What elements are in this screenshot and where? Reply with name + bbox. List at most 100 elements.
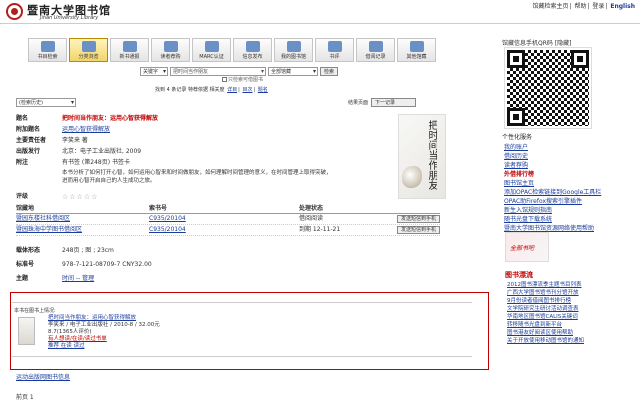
divider [12, 356, 472, 357]
record-details-extra: 载体形态 248页 ; 图 ; 23cm 标准号 978-7-121-08709-7… [16, 244, 436, 286]
holdings-row: 暨园珠海中学图书借阅区 C935/20104 到期 12-11-21 发送短信到… [16, 225, 440, 236]
top-links: 馆藏检索主页| 帮助| 登录| English [532, 3, 635, 10]
related-book-link[interactable]: 把时间当作朋友：运用心智获得解放 [48, 315, 160, 322]
available-only-row: 只检索可借图书 [222, 76, 263, 83]
detail-row: 标准号 978-7-121-08709-7 CNY32.00 [16, 261, 152, 268]
rating-stars[interactable]: ☆☆☆☆☆ [62, 193, 98, 201]
available-only-checkbox[interactable] [222, 77, 227, 82]
service-link[interactable]: 新生入馆规则指南 [504, 206, 601, 215]
related-cover[interactable] [18, 317, 35, 345]
book-bar-text: 全部书吧 [510, 245, 535, 252]
toolbar-button-other[interactable]: 其他馆藏 [397, 38, 436, 62]
page-header: 暨南大学图书馆 Jinan University Library 馆藏检索主页|… [0, 0, 640, 24]
review-icon [327, 41, 342, 52]
toolbar-button-mylib[interactable]: 我的图书馆 [274, 38, 313, 62]
service-link[interactable]: 借阅历史 [504, 152, 601, 161]
detail-row: 主题 时间 -- 管理 [16, 275, 95, 282]
toolbar-button-info[interactable]: 信息发布 [233, 38, 272, 62]
toolbar-button-marc[interactable]: MARC认证 [192, 38, 231, 62]
next-record-button[interactable]: 下一记录 [371, 98, 417, 107]
toolbar-button-recommend[interactable]: 读者荐购 [151, 38, 190, 62]
library-name-en: Jinan University Library [40, 15, 99, 21]
search-input[interactable]: 把时间当作朋友 [170, 66, 266, 76]
newbook-icon [122, 41, 137, 52]
drift-heading: 图书漂流 [505, 271, 533, 279]
related-actions[interactable]: 推荐 在读 读过 [48, 343, 160, 350]
marc-icon [204, 41, 219, 52]
info-icon [245, 41, 260, 52]
sms-button[interactable]: 发送短信到手机 [396, 226, 440, 234]
scope-select[interactable]: 全部馆藏 [268, 66, 318, 76]
toolbar-button-review[interactable]: 书评 [315, 38, 354, 62]
qr-label[interactable]: 馆藏信息手机QR码 [隐藏] [502, 38, 571, 47]
service-link[interactable]: OPAC助Firefox搜索引擎插件 [504, 197, 601, 206]
rating-label: 评级 [16, 193, 29, 200]
publisher-info-link[interactable]: 运动出版网图书信息 [16, 372, 70, 381]
toolbar-button-browse[interactable]: 分类浏览 [69, 38, 108, 62]
service-link[interactable]: 添加OPAC检索链接到Google工具栏 [504, 188, 601, 197]
detail-row: 载体形态 248页 ; 图 ; 23cm [16, 247, 114, 254]
service-link-hot[interactable]: 外借排行榜 [504, 170, 601, 179]
divider [12, 302, 472, 303]
link-login[interactable]: 登录 [592, 3, 604, 10]
view-title-link[interactable]: 题名 [258, 87, 268, 93]
other-icon [409, 41, 424, 52]
detail-row: 出版发行 北京：电子工业出版社, 2009 [16, 148, 142, 155]
history-icon [368, 41, 383, 52]
service-link[interactable]: 我的账户 [504, 143, 601, 152]
shell-illustration [402, 166, 422, 188]
news-link[interactable]: 关于开放使用移动图书馆的通知 [507, 338, 584, 344]
view-toc-link[interactable]: 目次 [242, 87, 252, 93]
service-link[interactable]: 读者荐购 [504, 161, 601, 170]
qr-finder [507, 50, 525, 68]
link-home[interactable]: 馆藏检索主页 [533, 3, 569, 10]
services-heading: 个性化服务 [502, 134, 533, 141]
news-link[interactable]: 华南地区图书馆CALIS关键词 [507, 314, 578, 320]
news-link[interactable]: 转移随书光盘到新平台 [507, 322, 562, 328]
search-bar: 关键字 把时间当作朋友 全部馆藏 检索 [140, 66, 339, 76]
available-only-label: 只检索可借图书 [228, 77, 264, 83]
news-link[interactable]: 2012图书漂流季主题书目列表 [507, 282, 582, 288]
holdings-row: 暨园东楼社科借阅区 C935/20104 借阅阅读 发送短信到手机 [16, 214, 440, 225]
subject-link[interactable]: 时间 -- 管理 [62, 275, 94, 282]
toolbar-button-history[interactable]: 借阅记录 [356, 38, 395, 62]
book-cover-title: 把时间当作朋友 [426, 120, 437, 190]
search-button[interactable]: 检索 [320, 66, 339, 76]
search-field-select[interactable]: 关键字 [140, 66, 168, 76]
browse-icon [81, 41, 96, 52]
news-link[interactable]: 广西大学图书馆书刊分馆开放 [507, 290, 579, 296]
toolbar-button-newbooks[interactable]: 新书通报 [110, 38, 149, 62]
qr-code [504, 47, 592, 129]
link-help[interactable]: 帮助 [574, 3, 586, 10]
qr-finder [571, 50, 589, 68]
detail-row: 主要责任者 李笑来 著 [16, 137, 88, 144]
related-list-link[interactable]: 有人想读/在读/读过书单 [48, 336, 160, 343]
history-select[interactable]: (检索历史) [16, 98, 76, 107]
summary-text: 本书分析了如何打开心智，如何运用心智来和时间做朋友，如何理解时间管理的意义，在时… [62, 170, 332, 184]
banner-text: 找到 4 条记录 特荐依据 相关度 [155, 87, 225, 93]
related-heading: 本书在图书上情况: [14, 308, 56, 314]
service-link[interactable]: 随书光盘下载系统 [504, 215, 601, 224]
news-link[interactable]: 图书港友好阅读区使用帮助 [507, 330, 573, 336]
user-icon [286, 41, 301, 52]
detail-row: 本书分析了如何打开心智，如何运用心智来和时间做朋友，如何理解时间管理的意义，在时… [16, 169, 436, 185]
service-link[interactable]: 图书馆主页 [504, 179, 601, 188]
detail-row: 附注 有书签 (第248页) 书签卡 [16, 159, 130, 166]
cart-icon [163, 41, 178, 52]
library-seal-icon [6, 3, 23, 20]
toolbar: 书目检索 分类浏览 新书通报 读者荐购 MARC认证 信息发布 我的图书馆 书评… [28, 38, 448, 64]
qr-finder [507, 108, 525, 126]
news-link[interactable]: 文学院研究生研讨活动调查表 [507, 306, 579, 312]
result-banner: 找到 4 条记录 特荐依据 相关度 详目| 目次| 题名 [155, 87, 268, 93]
detail-row: 附加题名 运用心智获得解放 [16, 126, 111, 133]
view-detail-link[interactable]: 详目 [227, 87, 237, 93]
sms-button[interactable]: 发送短信到手机 [396, 215, 440, 223]
link-english[interactable]: English [610, 3, 635, 10]
news-link[interactable]: 9月份读者借阅图书排行榜 [507, 298, 571, 304]
news-list: 2012图书漂流季主题书目列表 广西大学图书馆书刊分馆开放 9月份读者借阅图书排… [507, 281, 584, 345]
alt-title-link[interactable]: 运用心智获得解放 [62, 126, 110, 133]
result-nav: 结果页面 下一记录 [348, 98, 417, 107]
toolbar-button-search[interactable]: 书目检索 [28, 38, 67, 62]
record-details: 题名 把时间当作朋友：运用心智获得解放 附加题名 运用心智获得解放 主要责任者 李笑来… [16, 113, 436, 185]
detail-row: 题名 把时间当作朋友：运用心智获得解放 [16, 113, 436, 124]
